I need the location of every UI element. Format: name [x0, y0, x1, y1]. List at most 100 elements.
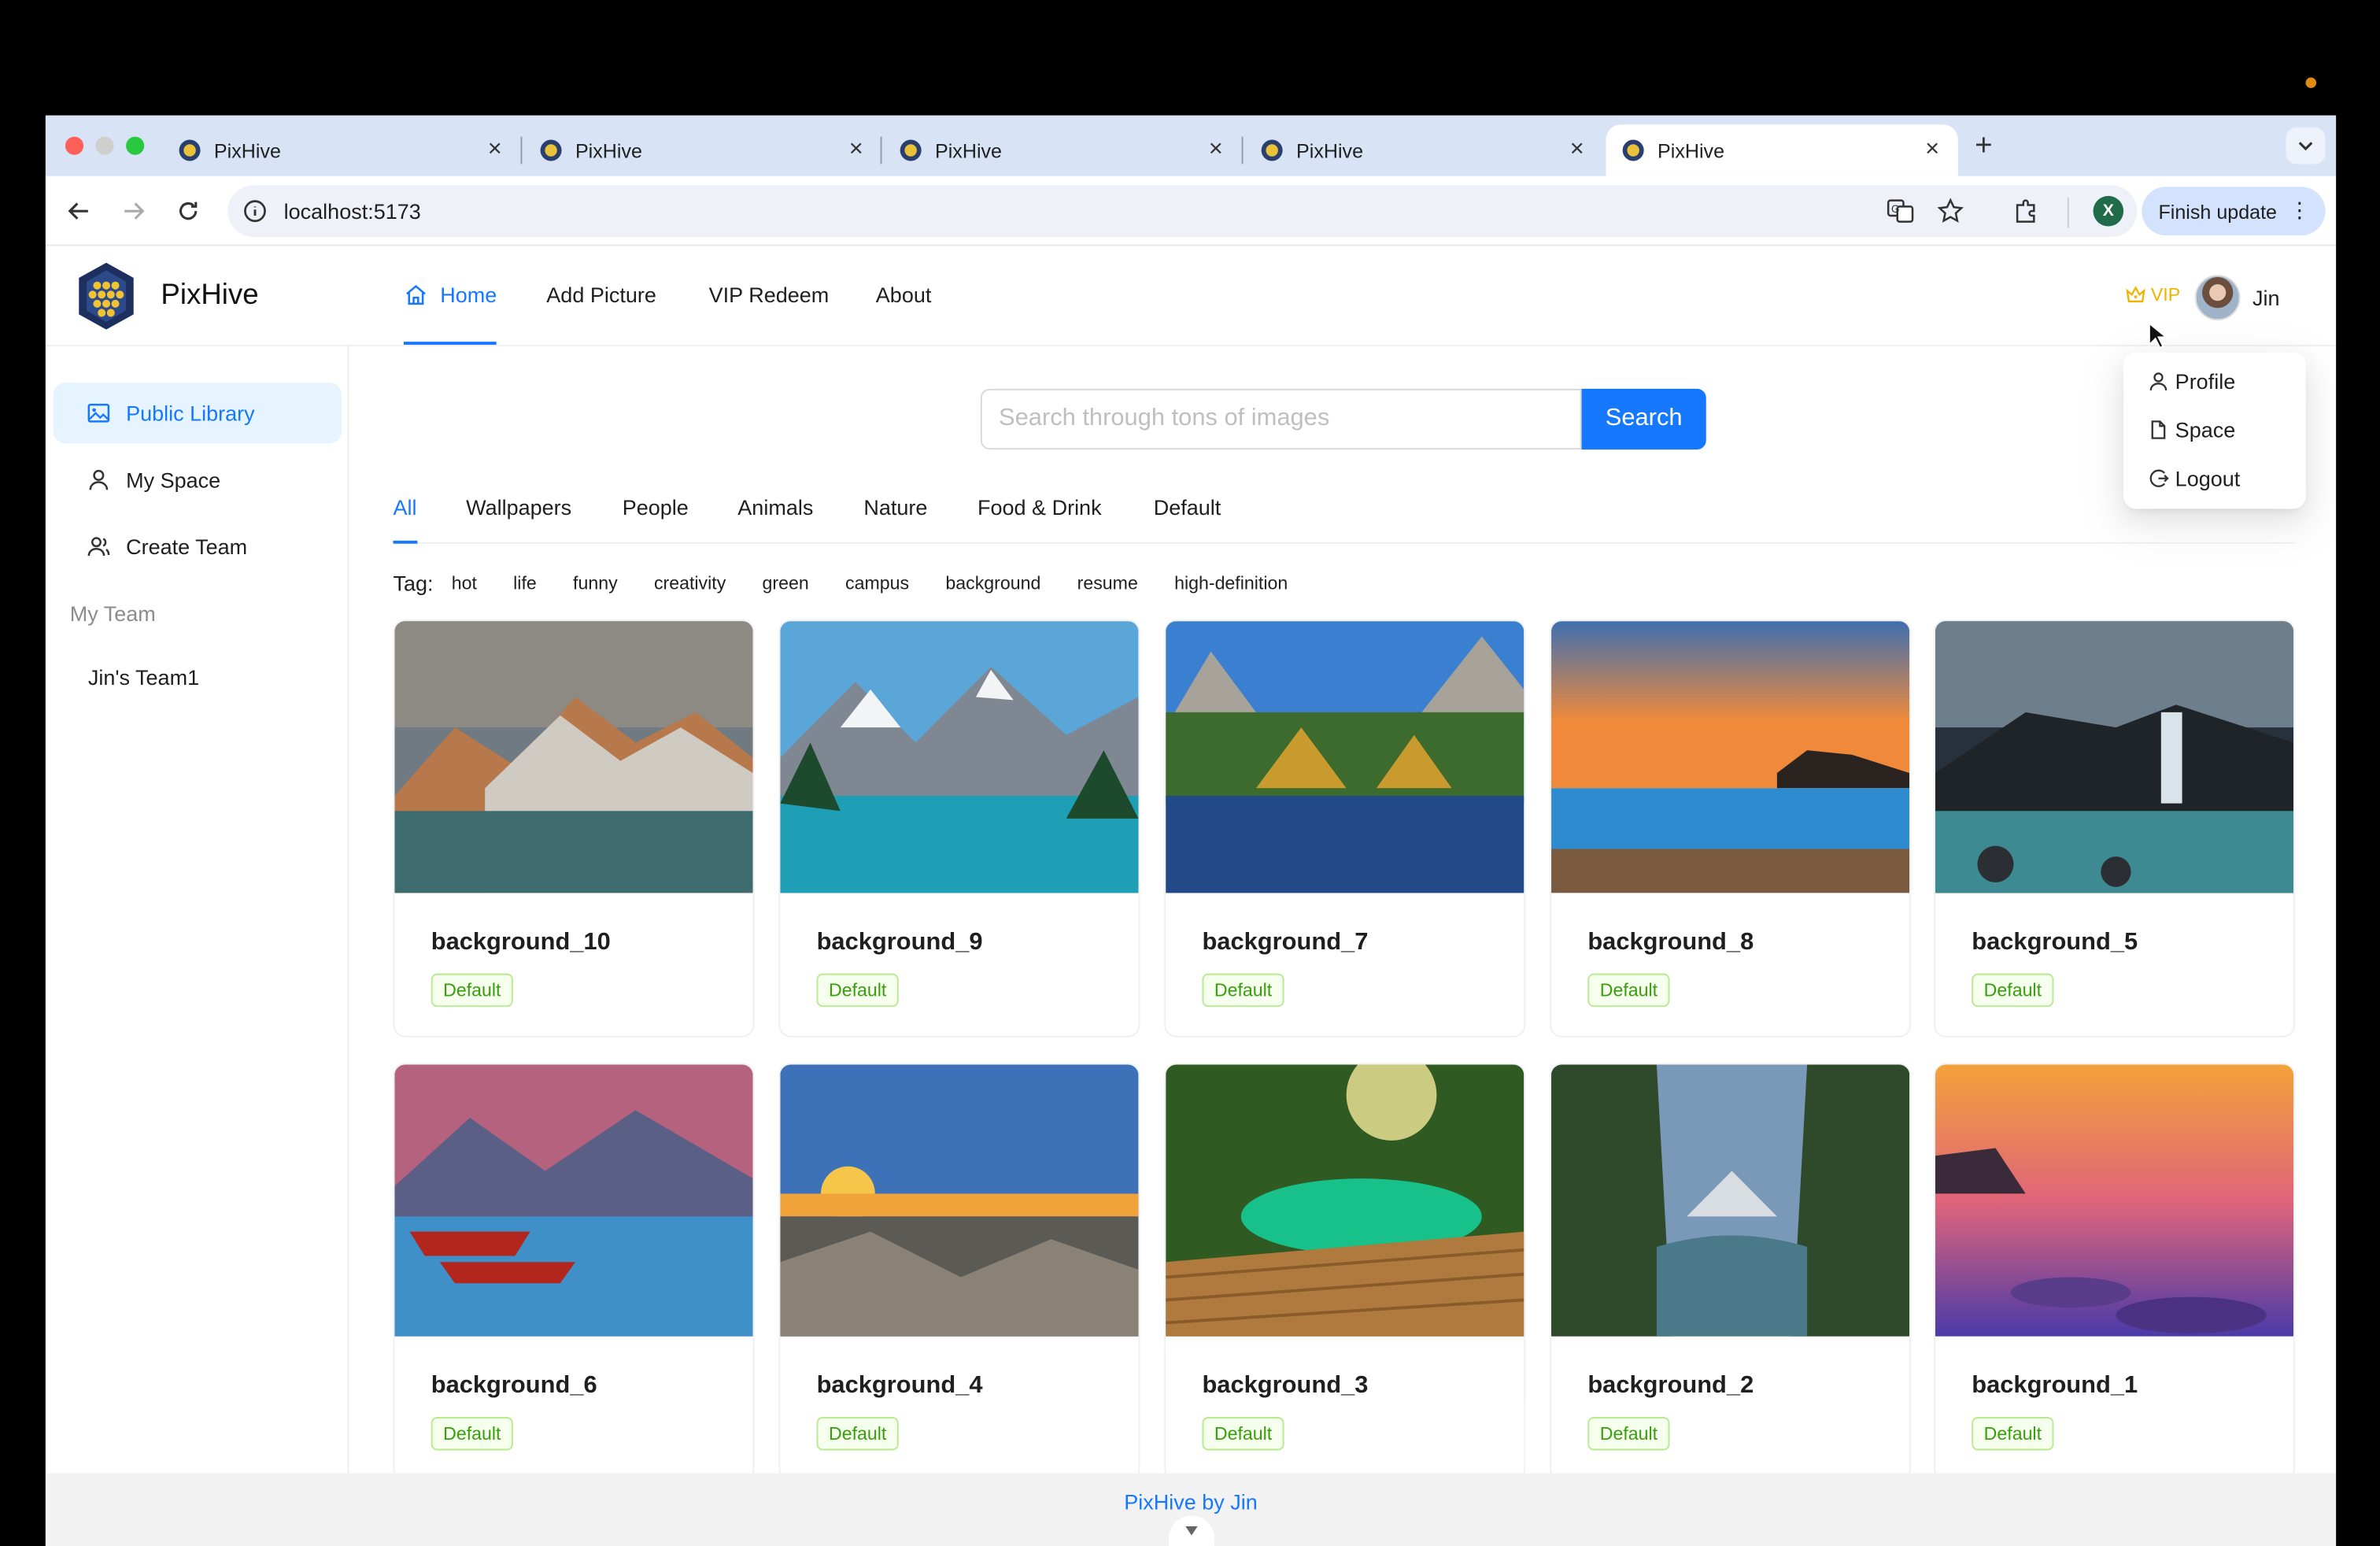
picture-card[interactable]: background_7 Default [1164, 620, 1526, 1037]
nav-vip-redeem[interactable]: VIP Redeem [709, 283, 830, 307]
back-button[interactable] [62, 194, 95, 227]
tab-close-icon[interactable]: × [1919, 137, 1946, 165]
tag-green[interactable]: green [763, 572, 809, 594]
pixhive-favicon-icon [900, 139, 922, 161]
picture-thumbnail[interactable] [1551, 621, 1910, 893]
menu-item-profile[interactable]: Profile [2148, 369, 2235, 394]
brand-name[interactable]: PixHive [161, 279, 258, 313]
team-icon [87, 537, 110, 557]
tab-default[interactable]: Default [1154, 495, 1221, 520]
nav-add-picture-label: Add Picture [546, 282, 656, 307]
tab-search-button[interactable] [2286, 128, 2326, 165]
address-bar[interactable]: localhost:5173 G [227, 185, 2138, 237]
picture-icon [87, 403, 110, 423]
sidebar-item-public-library[interactable]: Public Library [53, 383, 342, 444]
nav-home[interactable]: Home [404, 283, 497, 307]
tab-wallpapers[interactable]: Wallpapers [466, 495, 571, 520]
category-tag: Default [816, 973, 899, 1008]
tab-people[interactable]: People [623, 495, 689, 520]
picture-thumbnail[interactable] [1935, 1064, 2294, 1337]
scroll-down-button[interactable] [1169, 1515, 1214, 1546]
new-tab-button[interactable]: + [1975, 129, 1993, 164]
tag-high-definition[interactable]: high-definition [1174, 572, 1288, 594]
picture-thumbnail[interactable] [394, 1064, 753, 1337]
window-minimize-button[interactable] [95, 136, 114, 155]
picture-thumbnail[interactable] [780, 621, 1139, 893]
picture-thumbnail[interactable] [1551, 1064, 1910, 1337]
picture-thumbnail[interactable] [780, 1064, 1139, 1337]
tag-funny[interactable]: funny [573, 572, 618, 594]
window-maximize-button[interactable] [126, 136, 145, 155]
user-avatar[interactable] [2194, 275, 2241, 321]
picture-card[interactable]: background_1 Default [1934, 1063, 2296, 1474]
translate-icon[interactable]: G [1887, 198, 1914, 225]
tag-hot[interactable]: hot [452, 572, 477, 594]
user-name[interactable]: Jin [2252, 286, 2280, 310]
tab-close-icon[interactable]: × [842, 137, 870, 165]
nav-about[interactable]: About [876, 283, 932, 307]
sidebar: Public Library My Space Create Team My T… [45, 346, 349, 1474]
sidebar-item-create-team[interactable]: Create Team [54, 516, 342, 577]
tab-close-icon[interactable]: × [1563, 137, 1591, 165]
menu-item-space[interactable]: Space [2148, 418, 2235, 442]
picture-thumbnail[interactable] [1166, 1064, 1524, 1337]
window-close-button[interactable] [65, 136, 84, 155]
tag-resume[interactable]: resume [1077, 572, 1138, 594]
sidebar-item-label: Create Team [126, 534, 248, 559]
bookmark-star-icon[interactable] [1937, 198, 1964, 225]
tab-title: PixHive [575, 139, 642, 162]
menu-item-logout[interactable]: Logout [2148, 466, 2240, 490]
browser-tab[interactable]: PixHive × [523, 124, 881, 176]
pixhive-favicon-icon [540, 139, 562, 161]
tab-all[interactable]: All [394, 495, 417, 520]
tag-background[interactable]: background [945, 572, 1040, 594]
tag-campus[interactable]: campus [845, 572, 909, 594]
tab-food-drink[interactable]: Food & Drink [978, 495, 1102, 520]
browser-tab[interactable]: PixHive × [162, 124, 520, 176]
search-button[interactable]: Search [1581, 388, 1706, 450]
reload-button[interactable] [172, 194, 205, 227]
tab-animals[interactable]: Animals [737, 495, 813, 520]
picture-card[interactable]: background_5 Default [1934, 620, 2296, 1037]
category-tag: Default [1587, 1417, 1670, 1451]
finish-update-button[interactable]: Finish update ⋮ [2142, 187, 2326, 236]
browser-tab[interactable]: PixHive × [883, 124, 1241, 176]
nav-add-picture[interactable]: Add Picture [546, 283, 656, 307]
picture-card[interactable]: background_2 Default [1550, 1063, 1912, 1474]
picture-card[interactable]: background_10 Default [393, 620, 755, 1037]
picture-card[interactable]: background_9 Default [778, 620, 1140, 1037]
picture-card[interactable]: background_8 Default [1550, 620, 1912, 1037]
tab-close-icon[interactable]: × [1202, 137, 1229, 165]
tag-creativity[interactable]: creativity [654, 572, 726, 594]
sidebar-item-label: My Space [126, 468, 221, 493]
tab-close-icon[interactable]: × [481, 137, 508, 165]
extensions-puzzle-icon[interactable] [2012, 198, 2040, 225]
browser-tab[interactable]: PixHive × [1244, 124, 1602, 176]
picture-thumbnail[interactable] [1935, 621, 2294, 893]
finish-update-label: Finish update [2158, 199, 2278, 223]
picture-card[interactable]: background_4 Default [778, 1063, 1140, 1474]
picture-thumbnail[interactable] [1166, 621, 1524, 893]
site-info-icon[interactable] [243, 199, 268, 224]
crown-icon [2126, 286, 2145, 303]
user-dropdown-menu: Profile Space Logout [2123, 352, 2306, 509]
search-input[interactable] [980, 388, 1582, 450]
picture-card[interactable]: background_6 Default [393, 1063, 755, 1474]
more-vert-icon[interactable]: ⋮ [2289, 199, 2310, 220]
sidebar-item-team[interactable]: Jin's Team1 [88, 665, 199, 690]
browser-toolbar: localhost:5173 G X Finish update ⋮ [45, 176, 2337, 246]
picture-thumbnail[interactable] [394, 621, 753, 893]
forward-button[interactable] [117, 194, 150, 227]
vip-badge[interactable]: VIP [2125, 284, 2180, 305]
pixhive-logo-icon[interactable] [76, 261, 136, 331]
page-footer: PixHive by Jin [45, 1473, 2337, 1546]
url-text[interactable]: localhost:5173 [284, 199, 421, 224]
tag-life[interactable]: life [513, 572, 537, 594]
sidebar-item-my-space[interactable]: My Space [54, 449, 342, 510]
nav-vip-redeem-label: VIP Redeem [708, 282, 830, 307]
picture-card[interactable]: background_3 Default [1164, 1063, 1526, 1474]
tab-nature[interactable]: Nature [863, 495, 927, 520]
footer-text[interactable]: PixHive by Jin [46, 1490, 2336, 1515]
browser-tab-active[interactable]: PixHive × [1606, 124, 1958, 176]
browser-profile-avatar[interactable]: X [2093, 195, 2124, 227]
